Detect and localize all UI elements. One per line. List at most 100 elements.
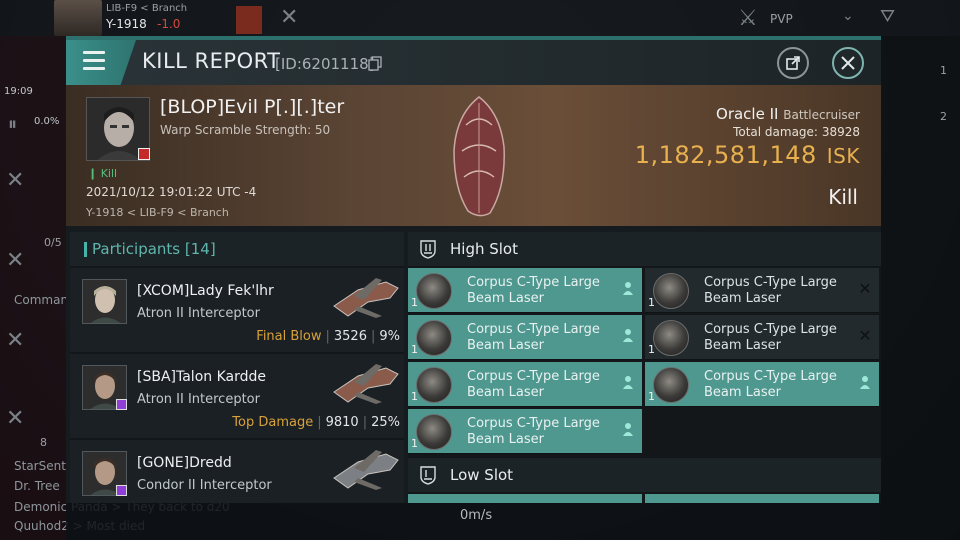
participant-stats: Top Damage | 9810 | 25% (232, 415, 400, 430)
high-slot-module[interactable]: 1 Corpus C-Type Large Beam Laser ✕ (645, 315, 879, 360)
kill-date: 2021/10/12 19:01:22 UTC -4 (86, 185, 257, 199)
dropped-person-icon (858, 375, 872, 391)
ship-name-text: Oracle II (716, 105, 779, 123)
participant-damage: 3526 (333, 329, 367, 344)
participant-name[interactable]: [GONE]Dredd (137, 455, 232, 471)
participant-damage-pct: 9% (379, 329, 400, 344)
beam-laser-icon (653, 320, 689, 356)
chat-line: Comman (14, 293, 69, 307)
pause-icon[interactable]: ⏸ (8, 114, 17, 135)
participant-damage-pct: 25% (371, 415, 400, 430)
stat-separator: | (317, 415, 322, 430)
dropped-person-icon (621, 422, 635, 438)
location-label: LIB-F9 < Branch (106, 3, 188, 14)
ship-class: Battlecruiser (783, 108, 860, 122)
low-slot-header: Low Slot (408, 458, 881, 492)
close-icon (841, 56, 855, 70)
kill-tag-label: Kill (100, 167, 118, 180)
chat-line: StarSent (14, 459, 66, 473)
module-quantity: 1 (648, 296, 655, 309)
stat-separator: | (370, 329, 376, 344)
module-name: Corpus C-Type Large Beam Laser (704, 369, 837, 400)
participant-avatar[interactable] (82, 279, 127, 324)
close-icon[interactable]: ✕ (6, 328, 24, 353)
participants-title: Participants [14] (92, 240, 216, 258)
high-slot-header: High Slot (408, 232, 881, 266)
module-name: Corpus C-Type Large Beam Laser (467, 275, 600, 306)
dropped-person-icon (621, 281, 635, 297)
menu-button[interactable] (66, 40, 136, 85)
pilot-avatar[interactable] (54, 0, 102, 36)
filter-icon[interactable]: ⛛ (880, 6, 895, 27)
total-damage-value: 38928 (821, 125, 860, 139)
close-icon[interactable]: ✕ (6, 248, 24, 273)
low-slot-module-partial[interactable] (408, 494, 642, 503)
participant-stat-label: Top Damage (232, 415, 314, 430)
corp-flag-icon[interactable] (236, 6, 262, 34)
close-button[interactable] (832, 47, 864, 79)
participant-name[interactable]: [SBA]Talon Kardde (137, 369, 266, 385)
participant-row[interactable]: [XCOM]Lady Fek'lhr Atron II Interceptor Fi… (70, 268, 404, 352)
ship-name[interactable]: Oracle II Battlecruiser (716, 105, 860, 123)
high-slot-module[interactable]: 1 Corpus C-Type Large Beam Laser ✕ (645, 268, 879, 313)
count-label: 8 (40, 436, 47, 449)
module-quantity: 1 (648, 390, 655, 403)
count-label: 2 (940, 110, 947, 123)
participant-row[interactable]: [GONE]Dredd Condor II Interceptor (70, 440, 404, 503)
low-slot-module-partial[interactable] (645, 494, 879, 503)
system-name: Y-1918 (106, 17, 147, 31)
participants-header: Participants [14] (70, 232, 404, 266)
fitting-panel[interactable]: High Slot 1 Corpus C-Type Large Beam Lase… (408, 232, 881, 503)
high-slot-module[interactable]: 1 Corpus C-Type Large Beam Laser (408, 315, 642, 360)
share-button[interactable] (777, 47, 809, 79)
share-icon (786, 56, 800, 70)
high-slot-title: High Slot (450, 240, 518, 258)
close-icon[interactable]: ✕ (6, 168, 24, 193)
participant-name[interactable]: [XCOM]Lady Fek'lhr (137, 283, 274, 299)
module-quantity: 1 (411, 437, 418, 450)
high-slot-module[interactable]: 1 Corpus C-Type Large Beam Laser (408, 362, 642, 407)
participant-ship: Atron II Interceptor (137, 306, 260, 321)
dropped-person-icon (621, 375, 635, 391)
participant-row[interactable]: [SBA]Talon Kardde Atron II Interceptor Top… (70, 354, 404, 438)
report-id: [ID:6201118] (275, 55, 375, 73)
ship-render (453, 96, 505, 217)
copy-icon[interactable] (368, 56, 382, 71)
chevron-down-icon[interactable]: ⌄ (842, 8, 854, 24)
top-hud: LIB-F9 < Branch Y-1918 -1.0 ✕ ⚔ PVP ⌄ ⛛ (0, 0, 960, 36)
total-damage-label: Total damage: (733, 125, 818, 139)
high-slot-module[interactable]: 1 Corpus C-Type Large Beam Laser (408, 268, 642, 313)
stat-separator: | (325, 329, 330, 344)
corp-badge (116, 399, 127, 410)
high-slot-icon (420, 240, 436, 259)
high-slot-module[interactable]: 1 Corpus C-Type Large Beam Laser (408, 409, 642, 454)
destroyed-x-icon: ✕ (858, 279, 872, 298)
crossed-swords-icon: ⚔ (738, 6, 758, 31)
module-name: Corpus C-Type Large Beam Laser (467, 369, 600, 400)
module-quantity: 1 (411, 296, 418, 309)
participant-face (83, 280, 126, 323)
participant-ship-icon (333, 364, 399, 404)
low-slot-title: Low Slot (450, 466, 514, 484)
warp-scramble-strength: Warp Scramble Strength: 50 (160, 123, 331, 137)
participants-panel[interactable]: Participants [14] [XCOM]Lady Fek'lhr Atro… (70, 232, 404, 503)
kill-result: Kill (828, 185, 858, 209)
kill-summary: [BLOP]Evil P[.][.]ter Warp Scramble Stre… (66, 85, 881, 226)
high-slot-module[interactable]: 1 Corpus C-Type Large Beam Laser (645, 362, 879, 407)
victim-name[interactable]: [BLOP]Evil P[.][.]ter (160, 96, 344, 118)
stat-separator: | (362, 415, 368, 430)
kill-location[interactable]: Y-1918 < LIB-F9 < Branch (86, 206, 229, 219)
modal-header: KILL REPORT [ID:6201118] (66, 40, 881, 85)
low-slot-icon (420, 466, 436, 485)
beam-laser-icon (416, 414, 452, 450)
pvp-filter[interactable]: PVP (770, 12, 793, 26)
modal-title: KILL REPORT (142, 49, 281, 73)
isk-value: 1,182,581,148 ISK (635, 141, 860, 169)
module-name: Corpus C-Type Large Beam Laser (704, 275, 837, 306)
kill-tag: ❙ Kill (88, 167, 118, 180)
close-icon[interactable]: ✕ (6, 406, 24, 431)
speed-readout: 0m/s (460, 508, 493, 523)
module-quantity: 1 (648, 343, 655, 356)
participant-stats: Final Blow | 3526 | 9% (256, 329, 400, 344)
close-icon[interactable]: ✕ (280, 5, 298, 30)
